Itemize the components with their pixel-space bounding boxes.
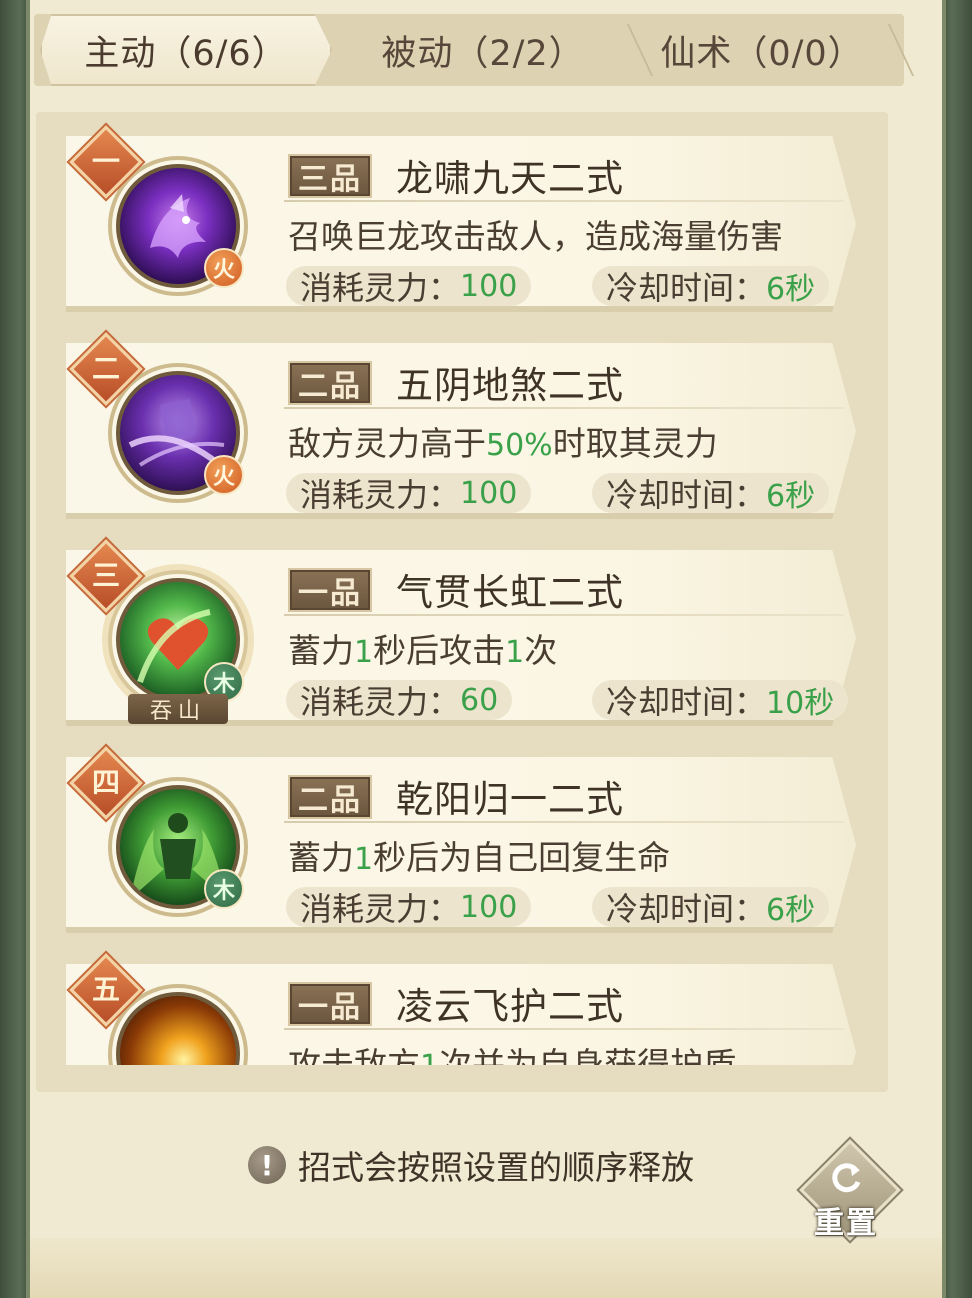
cooldown-label: 冷却时间： [606, 890, 767, 928]
exclamation-icon: ! [248, 1146, 286, 1184]
desc-highlight: 50% [486, 428, 553, 463]
skill-list[interactable]: 一 火 三品 龙啸九天二式 召唤巨龙攻击敌人，造成海量伤害 消耗灵力： 100 … [36, 112, 888, 1092]
cost-value: 100 [460, 889, 518, 925]
cooldown: 冷却时间： 6秒 [592, 473, 830, 514]
sect-tag: 吞山 [128, 694, 228, 724]
cooldown: 冷却时间： 6秒 [592, 266, 830, 307]
cooldown-label: 冷却时间： [606, 269, 767, 307]
mana-cost: 消耗灵力： 100 [286, 473, 532, 514]
cost-label: 消耗灵力： [300, 683, 461, 721]
cost-label: 消耗灵力： [300, 890, 461, 928]
grade-badge: 一品 [288, 568, 372, 612]
cost-value: 100 [460, 475, 518, 511]
mana-cost: 消耗灵力： 100 [286, 887, 532, 928]
desc-highlight: 1 [354, 842, 374, 877]
skill-card[interactable]: 四 木 二品 乾阳归一二式 蓄力1秒后为自己回复生命 消耗灵力： 100 冷却时… [56, 746, 856, 935]
grade-badge: 二品 [288, 775, 372, 819]
desc-text: 蓄力 [288, 631, 354, 670]
order-number: 二 [91, 352, 120, 385]
cost-label: 消耗灵力： [300, 269, 461, 307]
skill-card[interactable]: 三 木 吞山 一品 气贯长虹二式 蓄力1秒后攻击1次 消耗灵力： 60 冷却时间… [56, 539, 856, 728]
divider [284, 821, 844, 823]
cooldown-value: 6秒 [766, 893, 816, 928]
tab-passive-label: 被动（2/2） [381, 33, 585, 74]
order-number: 三 [91, 559, 120, 592]
mana-cost: 消耗灵力： 100 [286, 266, 532, 307]
desc-text: 秒后攻击 [373, 631, 506, 670]
fire-element-icon: 火 [204, 248, 244, 288]
desc-highlight: 1 [354, 635, 374, 670]
grade-badge: 三品 [288, 154, 372, 198]
divider [284, 407, 844, 409]
desc-highlight: 1 [505, 635, 525, 670]
desc-text: 时取其灵力 [552, 424, 718, 463]
desc-text: 蓄力 [288, 838, 354, 877]
skill-description: 攻击敌方1次并为自身获得护盾 [288, 1038, 736, 1065]
skill-name: 乾阳归一二式 [396, 778, 624, 821]
desc-text: 敌方灵力高于 [288, 424, 486, 463]
skill-name: 凌云飞护二式 [396, 985, 624, 1028]
desc-text: 次 [524, 631, 558, 670]
divider [284, 614, 844, 616]
skill-card[interactable]: 一 火 三品 龙啸九天二式 召唤巨龙攻击敌人，造成海量伤害 消耗灵力： 100 … [56, 125, 856, 314]
cooldown-label: 冷却时间： [606, 476, 767, 514]
skill-name: 龙啸九天二式 [396, 157, 624, 200]
order-number: 五 [91, 973, 120, 1006]
grade-badge: 二品 [288, 361, 372, 405]
cost-value: 100 [460, 268, 518, 304]
cooldown-value: 6秒 [766, 272, 816, 307]
tab-active[interactable]: 主动（6/6） [40, 14, 332, 86]
cooldown-label: 冷却时间： [606, 683, 767, 721]
cooldown-value: 10秒 [766, 686, 835, 721]
reset-button[interactable]: 重置 [799, 1139, 901, 1241]
tab-passive[interactable]: 被动（2/2） [338, 14, 628, 86]
skill-name: 五阴地煞二式 [396, 364, 624, 407]
fire-element-icon: 火 [204, 455, 244, 495]
desc-text: 次并为自身获得护盾 [439, 1045, 737, 1065]
desc-text: 召唤巨龙攻击敌人，造成海量伤害 [288, 217, 783, 256]
skill-name: 气贯长虹二式 [396, 571, 624, 614]
desc-text: 秒后为自己回复生命 [373, 838, 671, 877]
cooldown: 冷却时间： 6秒 [592, 887, 830, 928]
divider [284, 200, 844, 202]
skill-description: 敌方灵力高于50%时取其灵力 [288, 417, 718, 465]
desc-highlight: 1 [420, 1049, 439, 1065]
tip-text: 招式会按照设置的顺序释放 [298, 1148, 694, 1187]
reset-label: 重置 [814, 1206, 878, 1241]
desc-text: 攻击敌方 [288, 1045, 420, 1065]
skill-card[interactable]: 二 火 二品 五阴地煞二式 敌方灵力高于50%时取其灵力 消耗灵力： 100 冷… [56, 332, 856, 521]
skill-description: 蓄力1秒后为自己回复生命 [288, 831, 670, 879]
tab-bar: 主动（6/6） 被动（2/2） 仙术（0/0） [34, 14, 915, 86]
order-tip: ! 招式会按照设置的顺序释放 [248, 1140, 694, 1190]
cost-value: 60 [460, 682, 499, 718]
mana-cost: 消耗灵力： 60 [286, 680, 513, 721]
tab-immortal-art[interactable]: 仙术（0/0） [622, 14, 902, 86]
order-number: 四 [91, 766, 120, 799]
order-number: 一 [91, 145, 120, 178]
tab-immortal-art-label: 仙术（0/0） [660, 33, 864, 74]
grade-badge: 一品 [288, 982, 372, 1026]
divider [284, 1028, 844, 1030]
skill-card[interactable]: 五 一品 凌云飞护二式 攻击敌方1次并为自身获得护盾 [56, 953, 856, 1065]
tab-active-label: 主动（6/6） [84, 33, 288, 74]
skill-description: 蓄力1秒后攻击1次 [288, 624, 557, 672]
refresh-icon [824, 1156, 868, 1200]
cooldown-value: 6秒 [766, 479, 816, 514]
skill-list-viewport: 一 火 三品 龙啸九天二式 召唤巨龙攻击敌人，造成海量伤害 消耗灵力： 100 … [36, 112, 888, 1065]
cooldown: 冷却时间： 10秒 [592, 680, 849, 721]
wood-element-icon: 木 [204, 869, 244, 909]
skill-description: 召唤巨龙攻击敌人，造成海量伤害 [288, 210, 783, 258]
cost-label: 消耗灵力： [300, 476, 461, 514]
